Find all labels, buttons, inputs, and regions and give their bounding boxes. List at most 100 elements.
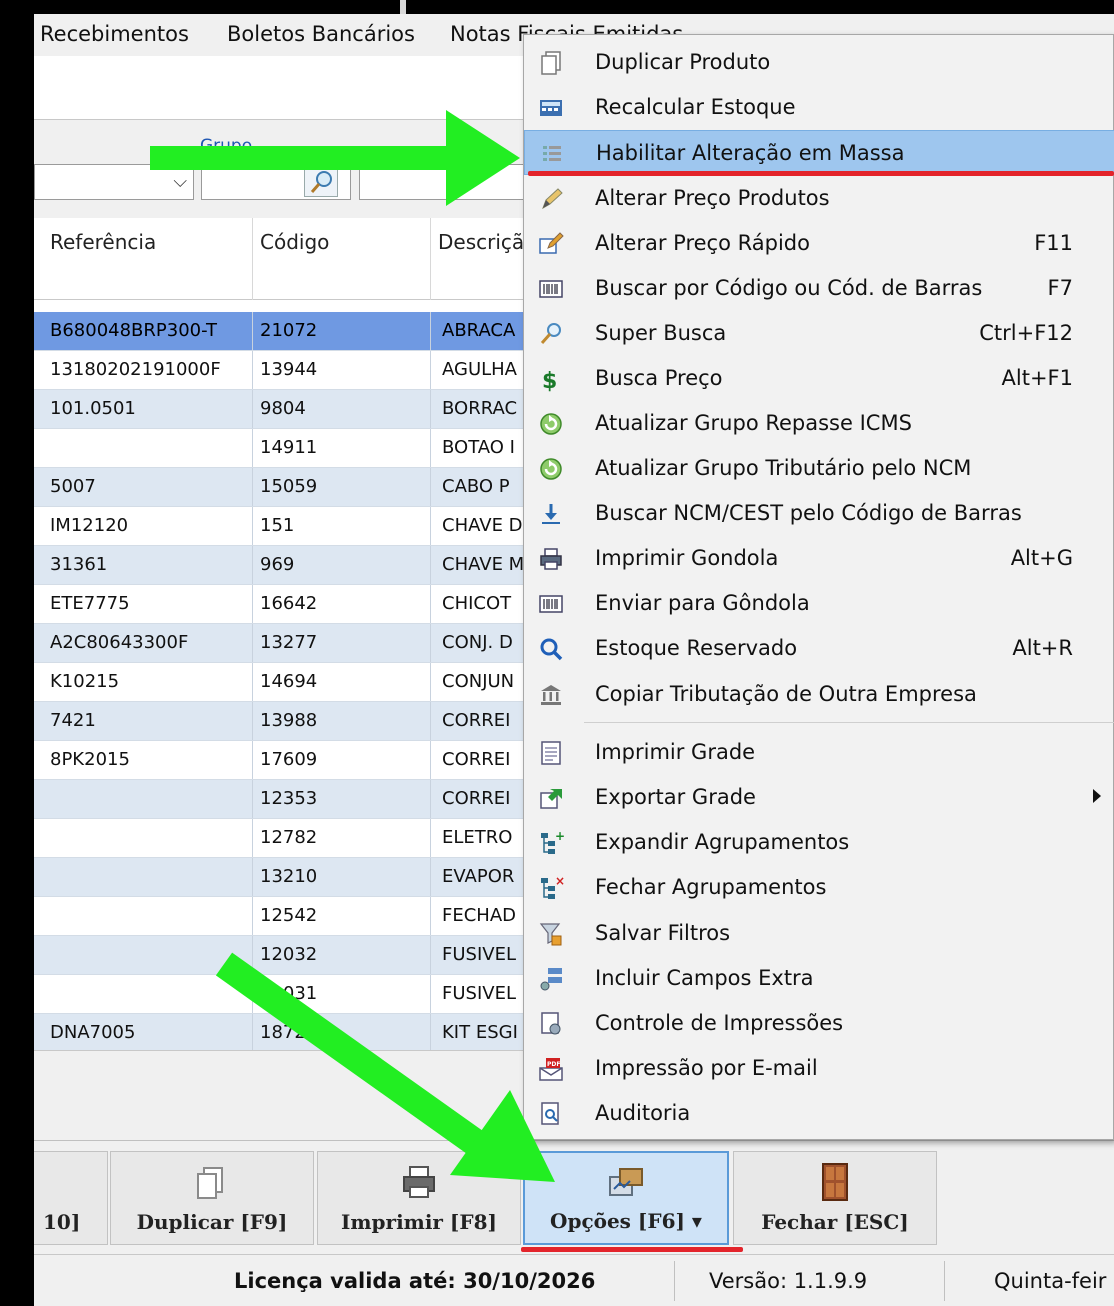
cell-codigo: 12782	[260, 827, 318, 848]
button-bar: 10] Duplicar [F9] Imprimir [F8] Opções […	[34, 1140, 1114, 1254]
menu-item-fechar-agrupamentos[interactable]: × Fechar Agrupamentos	[524, 865, 1114, 910]
status-divider	[944, 1261, 945, 1301]
export-icon	[538, 785, 564, 811]
menu-item-recalcular-estoque[interactable]: Recalcular Estoque	[524, 85, 1114, 130]
menu-item-label: Buscar NCM/CEST pelo Código de Barras	[595, 501, 1022, 525]
menu-item-buscar-ncm-cest-pelo-codigo-de-barras[interactable]: Buscar NCM/CEST pelo Código de Barras	[524, 491, 1114, 536]
menu-item-label: Alterar Preço Rápido	[595, 231, 810, 255]
barcode-icon	[538, 591, 564, 617]
cell-codigo: 12353	[260, 788, 318, 809]
cell-divider	[252, 702, 253, 740]
menu-item-label: Atualizar Grupo Repasse ICMS	[595, 411, 912, 435]
menu-item-atualizar-grupo-tributario-pelo-ncm[interactable]: Atualizar Grupo Tributário pelo NCM	[524, 446, 1114, 491]
cell-divider	[430, 507, 431, 545]
cell-codigo: 14911	[260, 437, 318, 458]
cell-codigo: 12542	[260, 905, 318, 926]
menu-boletos[interactable]: Boletos Bancários	[227, 22, 415, 46]
menu-recebimentos[interactable]: Recebimentos	[40, 22, 189, 46]
cell-codigo: 15059	[260, 476, 318, 497]
menu-item-alterar-preco-rapido[interactable]: Alterar Preço Rápido F11	[524, 221, 1114, 266]
menu-item-label: Exportar Grade	[595, 785, 756, 809]
status-bar: Licença valida até: 30/10/2026 Versão: 1…	[34, 1254, 1114, 1306]
col-codigo[interactable]: Código	[260, 230, 329, 254]
svg-text:×: ×	[555, 875, 564, 888]
menu-item-label: Fechar Agrupamentos	[595, 875, 827, 899]
col-referencia[interactable]: Referência	[50, 230, 156, 254]
menu-item-label: Alterar Preço Produtos	[595, 186, 830, 210]
menu-item-alterar-preco-produtos[interactable]: Alterar Preço Produtos	[524, 176, 1114, 221]
menu-item-impressao-por-e-mail[interactable]: PDF Impressão por E-mail	[524, 1046, 1114, 1091]
menu-item-expandir-agrupamentos[interactable]: + Expandir Agrupamentos	[524, 820, 1114, 865]
menu-item-auditoria[interactable]: Auditoria	[524, 1091, 1114, 1136]
cell-divider	[252, 624, 253, 662]
menu-item-enviar-para-gondola[interactable]: Enviar para Gôndola	[524, 581, 1114, 626]
cell-divider	[430, 546, 431, 584]
version-status: Versão: 1.1.9.9	[709, 1269, 868, 1293]
download-icon	[538, 501, 564, 527]
menu-item-salvar-filtros[interactable]: Salvar Filtros	[524, 911, 1114, 956]
list-check-icon	[539, 141, 565, 167]
menu-item-exportar-grade[interactable]: Exportar Grade	[524, 775, 1114, 820]
cell-divider	[252, 429, 253, 467]
menu-item-buscar-por-codigo-ou-cod-de-barras[interactable]: Buscar por Código ou Cód. de Barras F7	[524, 266, 1114, 311]
col-divider	[430, 218, 431, 300]
tab-edge	[400, 0, 406, 14]
cell-referencia: 31361	[50, 554, 108, 575]
highlight-underline	[528, 171, 1114, 176]
license-status: Licença valida até: 30/10/2026	[234, 1269, 596, 1293]
cell-referencia: A2C80643300F	[50, 632, 189, 653]
cell-codigo: 13277	[260, 632, 318, 653]
cell-divider	[252, 585, 253, 623]
menu-item-incluir-campos-extra[interactable]: Incluir Campos Extra	[524, 956, 1114, 1001]
svg-text:+: +	[555, 830, 564, 843]
cell-divider	[252, 663, 253, 701]
menu-item-shortcut: F11	[1034, 231, 1073, 255]
cell-referencia: IM12120	[50, 515, 129, 536]
tree-collapse-icon: ×	[538, 874, 565, 901]
cell-divider	[430, 468, 431, 506]
menu-item-imprimir-gondola[interactable]: Imprimir Gondola Alt+G	[524, 536, 1114, 581]
title-strip	[34, 0, 1114, 14]
menu-item-label: Impressão por E-mail	[595, 1056, 818, 1080]
menu-item-label: Salvar Filtros	[595, 921, 731, 945]
menu-separator	[584, 722, 1114, 723]
cell-referencia: K10215	[50, 671, 120, 692]
cell-divider	[430, 351, 431, 389]
menu-item-label: Controle de Impressões	[595, 1011, 844, 1035]
menu-item-atualizar-grupo-repasse-icms[interactable]: Atualizar Grupo Repasse ICMS	[524, 401, 1114, 446]
weekday-status: Quinta-feir	[994, 1269, 1107, 1293]
fechar-button[interactable]: Fechar [ESC]	[733, 1151, 937, 1245]
green-arrow-right	[150, 110, 520, 206]
menu-item-label: Incluir Campos Extra	[595, 966, 814, 990]
pencil-icon	[538, 186, 564, 212]
imprimir-button-label: Imprimir [F8]	[341, 1210, 497, 1234]
cell-referencia: 101.0501	[50, 398, 136, 419]
menu-item-copiar-tributacao-de-outra-empresa[interactable]: Copiar Tributação de Outra Empresa	[524, 672, 1114, 717]
cell-referencia: 7421	[50, 710, 96, 731]
col-descricao[interactable]: Descrição	[438, 230, 536, 254]
partial-button[interactable]: 10]	[34, 1151, 108, 1245]
cell-divider	[430, 390, 431, 428]
cell-codigo: 9804	[260, 398, 306, 419]
menu-item-shortcut: Alt+F1	[1001, 366, 1073, 390]
cell-divider	[252, 819, 253, 857]
menu-item-estoque-reservado[interactable]: Estoque Reservado Alt+R	[524, 626, 1114, 671]
cell-codigo: 969	[260, 554, 295, 575]
cell-divider	[252, 507, 253, 545]
cell-codigo: 14694	[260, 671, 318, 692]
menu-item-imprimir-grade[interactable]: Imprimir Grade	[524, 730, 1114, 775]
menu-item-label: Enviar para Gôndola	[595, 591, 810, 615]
menu-item-super-busca[interactable]: Super Busca Ctrl+F12	[524, 311, 1114, 356]
cell-codigo: 17609	[260, 749, 318, 770]
menu-item-controle-de-impressoes[interactable]: Controle de Impressões	[524, 1001, 1114, 1046]
partial-button-label: 10]	[43, 1210, 81, 1234]
menu-item-duplicar-produto[interactable]: Duplicar Produto	[524, 40, 1114, 85]
cell-divider	[252, 741, 253, 779]
search-icon	[538, 636, 564, 662]
cell-codigo: 151	[260, 515, 295, 536]
opcoes-button-label: Opções [F6] ▾	[550, 1209, 702, 1233]
green-arrow-down-right	[215, 952, 555, 1182]
menu-item-label: Duplicar Produto	[595, 50, 771, 74]
menu-item-habilitar-alteracao-em-massa[interactable]: Habilitar Alteração em Massa	[524, 130, 1114, 175]
menu-item-busca-preco[interactable]: $ Busca Preço Alt+F1	[524, 356, 1114, 401]
